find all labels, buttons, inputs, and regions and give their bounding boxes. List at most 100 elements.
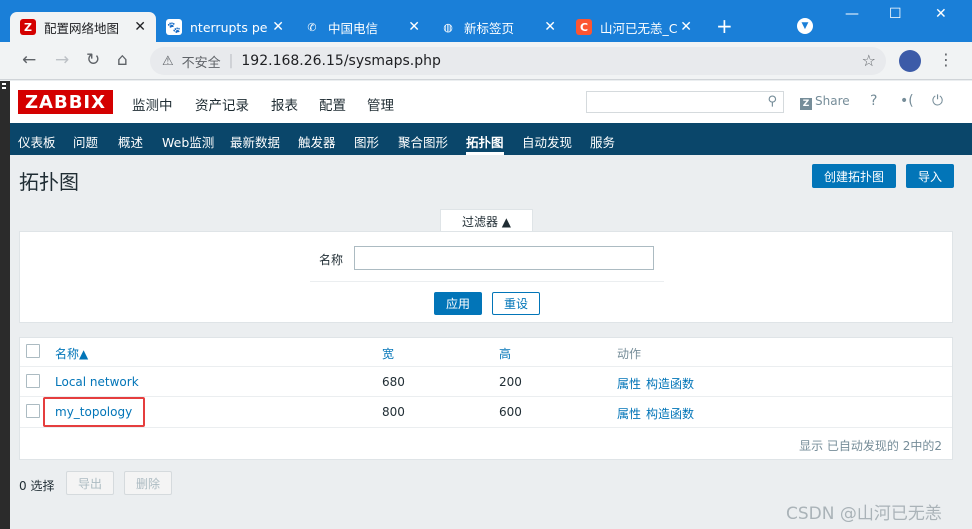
separator: | [228,53,234,69]
table-header-row: 名称▲ 宽 高 动作 [20,338,952,367]
column-header-height[interactable]: 高 [499,345,511,362]
column-header-name[interactable]: 名称▲ [55,345,88,362]
close-icon[interactable]: ✕ [544,19,556,35]
map-name-link[interactable]: Local network [55,375,139,389]
subnav-triggers[interactable]: 触发器 [298,132,336,151]
page-title: 拓扑图 [19,170,79,194]
tab-search-icon[interactable]: ▼ [797,18,813,34]
map-width: 680 [382,375,405,389]
subnav-discovery[interactable]: 自动发现 [522,132,572,151]
delete-button[interactable]: 删除 [124,471,172,495]
menu-kebab-icon[interactable]: ⋮ [938,50,954,69]
apply-button[interactable]: 应用 [434,292,482,315]
browser-tab[interactable]: C 山河已无恙_C ✕ [566,12,702,42]
zabbix-favicon-icon: Z [20,19,36,35]
menu-monitoring[interactable]: 监测中 [132,94,173,114]
close-icon[interactable]: ✕ [272,19,284,35]
minimize-icon[interactable]: — [845,6,859,22]
maps-table: 名称▲ 宽 高 动作 Local network 680 200 属性 构造函数… [19,337,953,460]
window-close-icon[interactable]: ✕ [935,6,947,22]
telecom-icon: ✆ [307,20,317,34]
subnav-dashboard[interactable]: 仪表板 [18,132,56,151]
subnav-maps[interactable]: 拓扑图 [466,132,504,151]
search-icon[interactable]: ⚲ [767,94,777,109]
filter-panel: 名称 应用 重设 [19,231,953,323]
reset-button[interactable]: 重设 [492,292,540,315]
selected-count: 0 选择 [19,479,55,493]
subnav-web[interactable]: Web监测 [162,132,214,151]
export-button[interactable]: 导出 [66,471,114,495]
tab-title: 山河已无恙_C [600,20,678,36]
share-link[interactable]: Z Share [800,94,850,110]
select-all-checkbox[interactable] [26,344,40,358]
profile-avatar[interactable] [899,50,921,72]
paw-icon: 🐾 [166,19,182,35]
import-button[interactable]: 导入 [906,164,954,188]
create-map-button[interactable]: 创建拓扑图 [812,164,896,188]
menu-configuration[interactable]: 配置 [319,94,346,114]
back-icon[interactable]: ← [22,50,36,70]
zabbix-header: ZABBIX 监测中 资产记录 报表 配置 管理 ⚲ Z Share ? •( ⏻ [10,81,972,123]
reload-icon[interactable]: ↻ [86,50,100,70]
map-height: 600 [499,405,522,419]
row-checkbox[interactable] [26,404,40,418]
url-input[interactable]: ⚠ 不安全 | 192.168.26.15/sysmaps.php ☆ [150,47,886,75]
browser-tab[interactable]: ◍ 新标签页 ✕ [430,12,566,42]
table-row: Local network 680 200 属性 构造函数 [20,367,952,397]
properties-link[interactable]: 属性 [617,375,641,392]
maximize-icon[interactable]: ☐ [889,6,902,22]
table-row: my_topology 800 600 属性 构造函数 [20,397,952,428]
browser-tab[interactable]: ✆ 中国电信 ✕ [294,12,430,42]
constructor-link[interactable]: 构造函数 [646,405,694,422]
map-width: 800 [382,405,405,419]
global-search-input[interactable]: ⚲ [586,91,784,113]
filter-tab[interactable]: 过滤器 ▲ [440,209,533,233]
new-tab-icon[interactable]: + [716,14,733,38]
zabbix-logo[interactable]: ZABBIX [18,90,113,114]
tab-title: 新标签页 [464,20,515,36]
map-height: 200 [499,375,522,389]
row-checkbox[interactable] [26,374,40,388]
table-footer-count: 显示 已自动发现的 2中的2 [799,439,942,453]
highlight-box [43,397,145,427]
column-header-width[interactable]: 宽 [382,345,394,362]
column-header-actions: 动作 [617,347,642,361]
url-text: 192.168.26.15/sysmaps.php [241,53,441,69]
subnav-overview[interactable]: 概述 [118,132,143,151]
desktop-edge [0,81,10,529]
watermark: CSDN @山河已无恙 [786,504,942,524]
properties-link[interactable]: 属性 [617,405,641,422]
help-icon[interactable]: ? [870,93,877,109]
csdn-favicon-icon: C [576,19,592,35]
close-icon[interactable]: ✕ [134,19,146,35]
browser-tab-active[interactable]: Z 配置网络地图 ✕ [10,12,156,42]
home-icon[interactable]: ⌂ [117,50,128,70]
subnav-screens[interactable]: 聚合图形 [398,132,448,151]
insecure-label: 不安全 [181,55,221,71]
forward-icon[interactable]: → [55,50,69,70]
menu-inventory[interactable]: 资产记录 [195,94,249,114]
name-filter-label: 名称 [319,253,344,267]
menu-administration[interactable]: 管理 [367,94,394,114]
tab-title: 配置网络地图 [44,20,120,36]
browser-tab-bar: Z 配置网络地图 ✕ 🐾 nterrupts pe ✕ ✆ 中国电信 ✕ ◍ 新… [0,0,972,42]
name-filter-input[interactable] [354,246,654,270]
close-icon[interactable]: ✕ [680,19,692,35]
globe-icon: ◍ [443,20,453,34]
constructor-link[interactable]: 构造函数 [646,375,694,392]
subnav-latest-data[interactable]: 最新数据 [230,132,280,151]
subnav-services[interactable]: 服务 [590,132,615,151]
browser-tab[interactable]: 🐾 nterrupts pe ✕ [156,12,294,42]
menu-reports[interactable]: 报表 [271,94,298,114]
share-label: Share [815,94,850,108]
address-bar: ← → ↻ ⌂ ⚠ 不安全 | 192.168.26.15/sysmaps.ph… [0,42,972,80]
sub-navigation: 仪表板 问题 概述 Web监测 最新数据 触发器 图形 聚合图形 拓扑图 自动发… [10,123,972,155]
user-profile-icon[interactable]: •( [900,93,914,109]
bookmark-star-icon[interactable]: ☆ [862,51,876,70]
active-underline [466,152,504,155]
subnav-graphs[interactable]: 图形 [354,132,379,151]
zabbix-share-icon: Z [800,98,812,110]
subnav-problems[interactable]: 问题 [73,132,98,151]
close-icon[interactable]: ✕ [408,19,420,35]
logout-icon[interactable]: ⏻ [932,93,943,109]
